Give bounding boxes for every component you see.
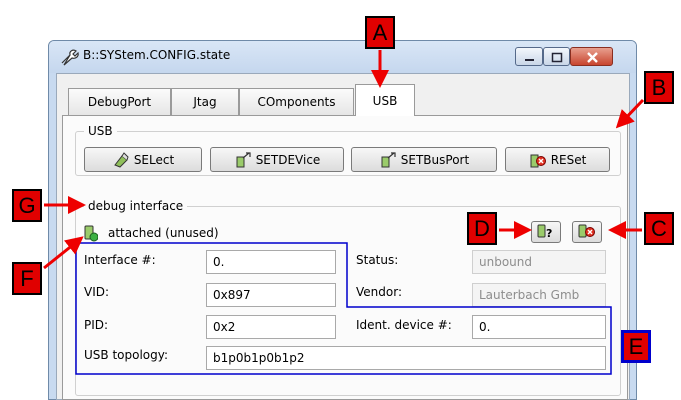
tab-usb[interactable]: USB [355, 84, 415, 116]
attached-device-icon [84, 224, 99, 242]
setbusport-button[interactable]: SETBusPort [351, 147, 497, 172]
setbusport-button-label: SETBusPort [400, 152, 470, 167]
callout-e: E [621, 330, 651, 363]
vendor-field: Lauterbach Gmb [472, 283, 606, 307]
tab-jtag[interactable]: Jtag [171, 88, 239, 115]
reset-button-label: RESet [550, 152, 587, 167]
callout-f: F [12, 262, 42, 295]
setdevice-button[interactable]: SETDEVice [210, 147, 344, 172]
setdevice-button-label: SETDEVice [255, 152, 321, 167]
pid-label: PID: [84, 318, 109, 332]
window-title: B::SYStem.CONFIG.state [83, 48, 231, 62]
wrench-icon [60, 48, 80, 66]
minimize-button[interactable] [515, 47, 543, 66]
reset-button[interactable]: RESet [505, 147, 610, 172]
attached-status-text: attached (unused) [108, 226, 219, 240]
detach-device-icon [577, 223, 597, 242]
debug-interface-label: debug interface [84, 199, 188, 213]
usb-topology-field[interactable]: b1p0b1p0b1p2 [206, 346, 606, 370]
interface-number-label: Interface #: [84, 253, 156, 267]
svg-text:?: ? [546, 227, 552, 239]
ident-device-field[interactable]: 0. [472, 315, 606, 339]
query-device-button[interactable]: ? [531, 221, 561, 243]
callout-b: B [644, 71, 674, 104]
ident-device-label: Ident. device #: [356, 318, 452, 332]
select-button-label: SELect [133, 152, 175, 167]
detach-device-button[interactable] [572, 221, 602, 243]
vid-label: VID: [84, 285, 110, 299]
setbusport-icon [379, 151, 397, 168]
pid-field[interactable]: 0x2 [206, 315, 336, 339]
callout-d: D [467, 212, 497, 245]
tab-debugport[interactable]: DebugPort [68, 88, 171, 115]
callout-a: A [365, 16, 395, 49]
query-device-icon: ? [536, 223, 556, 242]
setdevice-icon [234, 151, 252, 168]
callout-c: C [644, 212, 674, 245]
select-icon [112, 151, 130, 168]
select-button[interactable]: SELect [84, 147, 202, 172]
usb-group-label: USB [84, 124, 117, 138]
callout-g: G [12, 189, 42, 222]
usb-topology-label: USB topology: [84, 348, 169, 362]
maximize-button[interactable] [543, 47, 570, 66]
status-field: unbound [472, 250, 606, 274]
status-label: Status: [356, 253, 399, 267]
vid-field[interactable]: 0x897 [206, 283, 336, 307]
tab-components[interactable]: COmponents [239, 88, 354, 115]
close-button[interactable] [570, 47, 613, 66]
vendor-label: Vendor: [356, 285, 402, 299]
reset-icon [529, 152, 547, 168]
interface-number-field[interactable]: 0. [206, 250, 336, 274]
